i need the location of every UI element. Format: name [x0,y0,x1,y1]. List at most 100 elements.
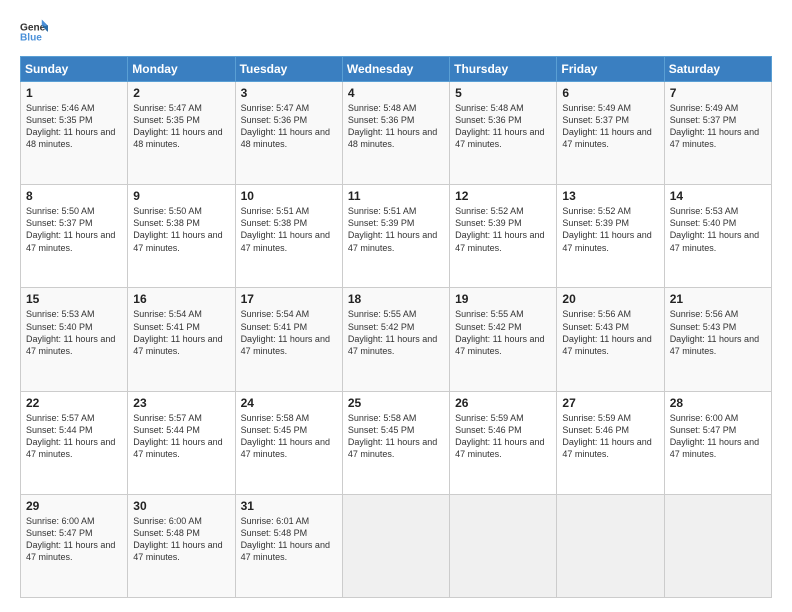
calendar-cell: 15 Sunrise: 5:53 AM Sunset: 5:40 PM Dayl… [21,288,128,391]
calendar-cell: 28 Sunrise: 6:00 AM Sunset: 5:47 PM Dayl… [664,391,771,494]
calendar-cell: 13 Sunrise: 5:52 AM Sunset: 5:39 PM Dayl… [557,185,664,288]
day-info: Sunrise: 5:46 AM Sunset: 5:35 PM Dayligh… [26,102,122,151]
calendar-header-saturday: Saturday [664,57,771,82]
day-number: 20 [562,292,658,306]
day-number: 15 [26,292,122,306]
day-info: Sunrise: 5:52 AM Sunset: 5:39 PM Dayligh… [455,205,551,254]
top-section: General Blue [20,18,772,46]
calendar-cell: 29 Sunrise: 6:00 AM Sunset: 5:47 PM Dayl… [21,494,128,597]
calendar-cell: 1 Sunrise: 5:46 AM Sunset: 5:35 PM Dayli… [21,82,128,185]
calendar-body: 1 Sunrise: 5:46 AM Sunset: 5:35 PM Dayli… [21,82,772,598]
day-number: 5 [455,86,551,100]
day-info: Sunrise: 5:47 AM Sunset: 5:36 PM Dayligh… [241,102,337,151]
calendar-week-3: 15 Sunrise: 5:53 AM Sunset: 5:40 PM Dayl… [21,288,772,391]
logo-icon: General Blue [20,18,48,46]
day-number: 29 [26,499,122,513]
day-info: Sunrise: 5:56 AM Sunset: 5:43 PM Dayligh… [562,308,658,357]
day-number: 13 [562,189,658,203]
calendar-cell [342,494,449,597]
day-number: 9 [133,189,229,203]
day-number: 31 [241,499,337,513]
calendar-cell: 14 Sunrise: 5:53 AM Sunset: 5:40 PM Dayl… [664,185,771,288]
day-number: 14 [670,189,766,203]
calendar-week-2: 8 Sunrise: 5:50 AM Sunset: 5:37 PM Dayli… [21,185,772,288]
calendar-cell [557,494,664,597]
day-info: Sunrise: 5:55 AM Sunset: 5:42 PM Dayligh… [348,308,444,357]
calendar-header-sunday: Sunday [21,57,128,82]
day-info: Sunrise: 5:59 AM Sunset: 5:46 PM Dayligh… [562,412,658,461]
calendar-cell: 30 Sunrise: 6:00 AM Sunset: 5:48 PM Dayl… [128,494,235,597]
calendar-cell: 8 Sunrise: 5:50 AM Sunset: 5:37 PM Dayli… [21,185,128,288]
day-info: Sunrise: 5:50 AM Sunset: 5:38 PM Dayligh… [133,205,229,254]
calendar-cell: 9 Sunrise: 5:50 AM Sunset: 5:38 PM Dayli… [128,185,235,288]
calendar-header-thursday: Thursday [450,57,557,82]
day-number: 11 [348,189,444,203]
calendar-cell: 27 Sunrise: 5:59 AM Sunset: 5:46 PM Dayl… [557,391,664,494]
day-info: Sunrise: 5:54 AM Sunset: 5:41 PM Dayligh… [133,308,229,357]
calendar-cell: 19 Sunrise: 5:55 AM Sunset: 5:42 PM Dayl… [450,288,557,391]
calendar-week-4: 22 Sunrise: 5:57 AM Sunset: 5:44 PM Dayl… [21,391,772,494]
day-number: 4 [348,86,444,100]
day-info: Sunrise: 5:57 AM Sunset: 5:44 PM Dayligh… [133,412,229,461]
calendar-cell: 18 Sunrise: 5:55 AM Sunset: 5:42 PM Dayl… [342,288,449,391]
calendar-cell: 16 Sunrise: 5:54 AM Sunset: 5:41 PM Dayl… [128,288,235,391]
day-info: Sunrise: 5:52 AM Sunset: 5:39 PM Dayligh… [562,205,658,254]
day-number: 21 [670,292,766,306]
day-number: 19 [455,292,551,306]
day-info: Sunrise: 5:53 AM Sunset: 5:40 PM Dayligh… [26,308,122,357]
day-number: 30 [133,499,229,513]
calendar-header-friday: Friday [557,57,664,82]
calendar-header-row: SundayMondayTuesdayWednesdayThursdayFrid… [21,57,772,82]
calendar-cell: 2 Sunrise: 5:47 AM Sunset: 5:35 PM Dayli… [128,82,235,185]
day-number: 22 [26,396,122,410]
calendar-cell [450,494,557,597]
calendar-cell: 3 Sunrise: 5:47 AM Sunset: 5:36 PM Dayli… [235,82,342,185]
calendar-cell: 6 Sunrise: 5:49 AM Sunset: 5:37 PM Dayli… [557,82,664,185]
day-number: 1 [26,86,122,100]
day-info: Sunrise: 5:51 AM Sunset: 5:38 PM Dayligh… [241,205,337,254]
calendar-cell: 4 Sunrise: 5:48 AM Sunset: 5:36 PM Dayli… [342,82,449,185]
logo: General Blue [20,18,48,46]
day-number: 16 [133,292,229,306]
calendar-cell: 10 Sunrise: 5:51 AM Sunset: 5:38 PM Dayl… [235,185,342,288]
day-number: 27 [562,396,658,410]
svg-text:Blue: Blue [20,33,42,44]
calendar-cell: 11 Sunrise: 5:51 AM Sunset: 5:39 PM Dayl… [342,185,449,288]
day-number: 8 [26,189,122,203]
calendar: SundayMondayTuesdayWednesdayThursdayFrid… [20,56,772,598]
day-number: 10 [241,189,337,203]
day-info: Sunrise: 5:57 AM Sunset: 5:44 PM Dayligh… [26,412,122,461]
day-info: Sunrise: 6:00 AM Sunset: 5:47 PM Dayligh… [26,515,122,564]
day-info: Sunrise: 5:49 AM Sunset: 5:37 PM Dayligh… [670,102,766,151]
calendar-week-5: 29 Sunrise: 6:00 AM Sunset: 5:47 PM Dayl… [21,494,772,597]
calendar-cell: 31 Sunrise: 6:01 AM Sunset: 5:48 PM Dayl… [235,494,342,597]
day-info: Sunrise: 6:00 AM Sunset: 5:47 PM Dayligh… [670,412,766,461]
day-info: Sunrise: 5:59 AM Sunset: 5:46 PM Dayligh… [455,412,551,461]
calendar-header-tuesday: Tuesday [235,57,342,82]
calendar-cell: 21 Sunrise: 5:56 AM Sunset: 5:43 PM Dayl… [664,288,771,391]
day-info: Sunrise: 5:54 AM Sunset: 5:41 PM Dayligh… [241,308,337,357]
day-info: Sunrise: 5:53 AM Sunset: 5:40 PM Dayligh… [670,205,766,254]
calendar-cell: 24 Sunrise: 5:58 AM Sunset: 5:45 PM Dayl… [235,391,342,494]
day-number: 2 [133,86,229,100]
day-number: 25 [348,396,444,410]
day-info: Sunrise: 5:58 AM Sunset: 5:45 PM Dayligh… [241,412,337,461]
day-number: 23 [133,396,229,410]
day-info: Sunrise: 6:00 AM Sunset: 5:48 PM Dayligh… [133,515,229,564]
day-number: 6 [562,86,658,100]
day-info: Sunrise: 5:58 AM Sunset: 5:45 PM Dayligh… [348,412,444,461]
calendar-week-1: 1 Sunrise: 5:46 AM Sunset: 5:35 PM Dayli… [21,82,772,185]
calendar-header-wednesday: Wednesday [342,57,449,82]
day-info: Sunrise: 5:49 AM Sunset: 5:37 PM Dayligh… [562,102,658,151]
calendar-cell: 23 Sunrise: 5:57 AM Sunset: 5:44 PM Dayl… [128,391,235,494]
day-number: 24 [241,396,337,410]
day-number: 3 [241,86,337,100]
day-info: Sunrise: 5:48 AM Sunset: 5:36 PM Dayligh… [348,102,444,151]
day-number: 18 [348,292,444,306]
day-info: Sunrise: 5:50 AM Sunset: 5:37 PM Dayligh… [26,205,122,254]
calendar-cell: 20 Sunrise: 5:56 AM Sunset: 5:43 PM Dayl… [557,288,664,391]
day-info: Sunrise: 5:51 AM Sunset: 5:39 PM Dayligh… [348,205,444,254]
calendar-cell: 26 Sunrise: 5:59 AM Sunset: 5:46 PM Dayl… [450,391,557,494]
calendar-cell: 12 Sunrise: 5:52 AM Sunset: 5:39 PM Dayl… [450,185,557,288]
day-number: 28 [670,396,766,410]
